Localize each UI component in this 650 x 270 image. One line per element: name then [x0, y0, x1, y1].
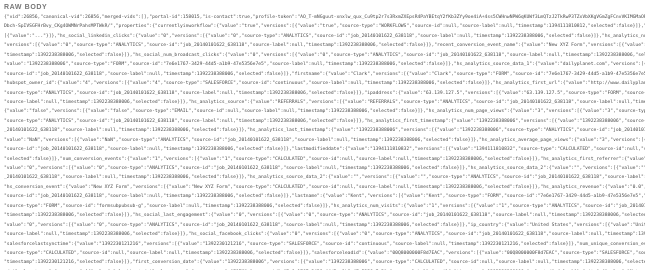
- raw-body-line: "source-id":"job_20140101622_638118","so…: [4, 194, 645, 200]
- raw-body-line: {"value":"false","versions":[{"value":"f…: [4, 109, 645, 115]
- raw-body-line: "source-type":"CALCULATED","source-id":n…: [4, 250, 645, 256]
- raw-body-line: "source-label":null,"timestamp":13922383…: [4, 232, 645, 238]
- raw-body-line: "versions":[{"value":"0","source-type":"…: [4, 43, 645, 49]
- raw-body-line: "value":"1392238388006","source-type":"F…: [4, 62, 645, 68]
- raw-body-line: "source-type":"ANALYTICS","source-id":"j…: [4, 118, 645, 124]
- raw-body-line: [{"value":"..."}]},"hs_social_linkedin_c…: [4, 33, 645, 39]
- raw-body-line: "timestamp":1392238388006,"selected":fal…: [4, 213, 645, 219]
- raw-body-line: "timestamp":1392238388006,"selected":fal…: [4, 52, 645, 58]
- raw-body-line: {"vid":26856,"canonical-vid":26856,"merg…: [4, 15, 645, 20]
- raw-body-line: "selected":false}]},"num_conversion_even…: [4, 156, 645, 162]
- raw-body-line: "salesforcelastsynctime":{"value":"13922…: [4, 241, 645, 247]
- raw-body-line: "value":"0","versions":[{"value":"0","so…: [4, 166, 645, 171]
- raw-body-line: Dbch-SpIVSGFHrBvy_CKg4OWMNrPahsMPTWkR/",…: [4, 24, 645, 30]
- raw-body-line: "source-type":"ANALYTICS","source-id":"j…: [4, 90, 645, 96]
- raw-body-line: "timestamp":1392230121216,"selected":fal…: [4, 260, 645, 266]
- raw-body-line: "value":"0","versions":[{"value":"0","so…: [4, 222, 645, 228]
- raw-body-line: _20140101622_638118","source-label":null…: [4, 175, 645, 181]
- raw-body-line: "value":"NaN","versions":[{"value":"NaN"…: [4, 137, 645, 143]
- raw-body-panel: RAW BODY {"vid":26856,"canonical-vid":26…: [0, 0, 650, 270]
- raw-body-line: _20140101622_638118","source-label":null…: [4, 128, 645, 134]
- raw-body-line: "source-id":"job_20140101622_638118","so…: [4, 147, 645, 153]
- raw-body-line: "source-type":"FORM","source-id":"formsu…: [4, 203, 645, 209]
- panel-title: RAW BODY: [4, 4, 48, 11]
- raw-body-line: "source-id":"job_20140101622_638118","so…: [4, 71, 645, 77]
- raw-body-line: "hubspot_owner_id":{"value":"4","version…: [4, 81, 645, 87]
- raw-body-line: "hs_conversion_event":{"value":"New XYZ …: [4, 184, 645, 190]
- raw-body-line: "source-label":null,"timestamp":13922383…: [4, 99, 645, 105]
- raw-body-text[interactable]: {"vid":26856,"canonical-vid":26856,"merg…: [4, 13, 645, 270]
